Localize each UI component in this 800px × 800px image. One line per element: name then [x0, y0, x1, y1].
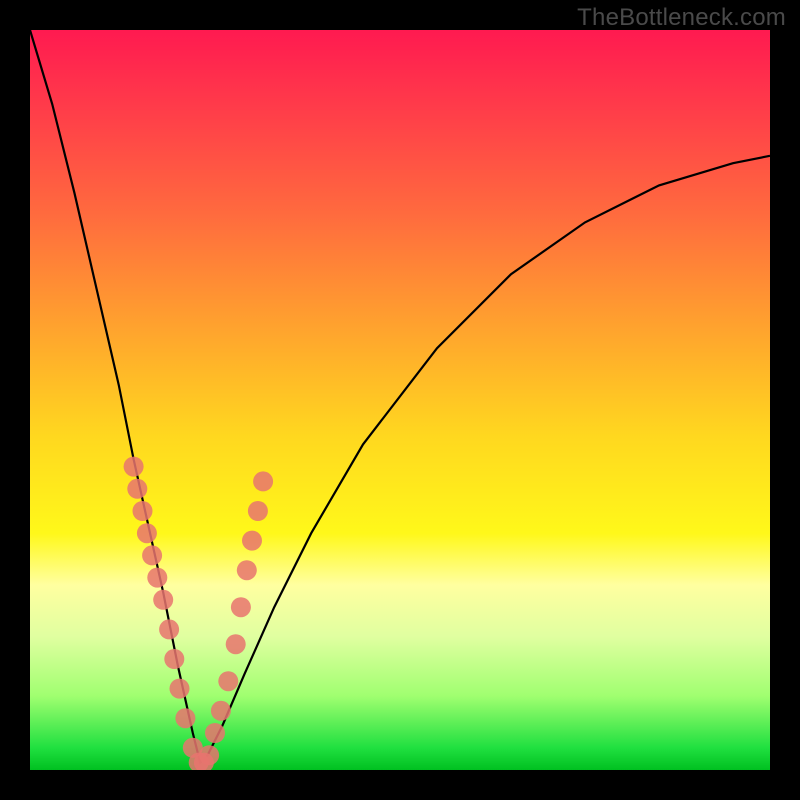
marker-dot	[147, 568, 167, 588]
marker-dot	[164, 649, 184, 669]
marker-dot	[205, 723, 225, 743]
marker-dot	[231, 597, 251, 617]
marker-dot	[159, 619, 179, 639]
marker-dot	[211, 701, 231, 721]
marker-dot	[237, 560, 257, 580]
marker-dot	[248, 501, 268, 521]
marker-dot	[127, 479, 147, 499]
marker-dot	[226, 634, 246, 654]
chart-frame: TheBottleneck.com	[0, 0, 800, 800]
marker-dot	[170, 679, 190, 699]
marker-dot	[253, 471, 273, 491]
marker-dots	[124, 457, 274, 770]
marker-dot	[218, 671, 238, 691]
marker-dot	[133, 501, 153, 521]
curve-layer	[30, 30, 770, 770]
marker-dot	[137, 523, 157, 543]
marker-dot	[199, 745, 219, 765]
plot-area	[30, 30, 770, 770]
marker-dot	[175, 708, 195, 728]
bottleneck-curve	[30, 30, 770, 763]
marker-dot	[153, 590, 173, 610]
watermark-text: TheBottleneck.com	[577, 4, 786, 32]
marker-dot	[142, 545, 162, 565]
marker-dot	[242, 531, 262, 551]
marker-dot	[124, 457, 144, 477]
